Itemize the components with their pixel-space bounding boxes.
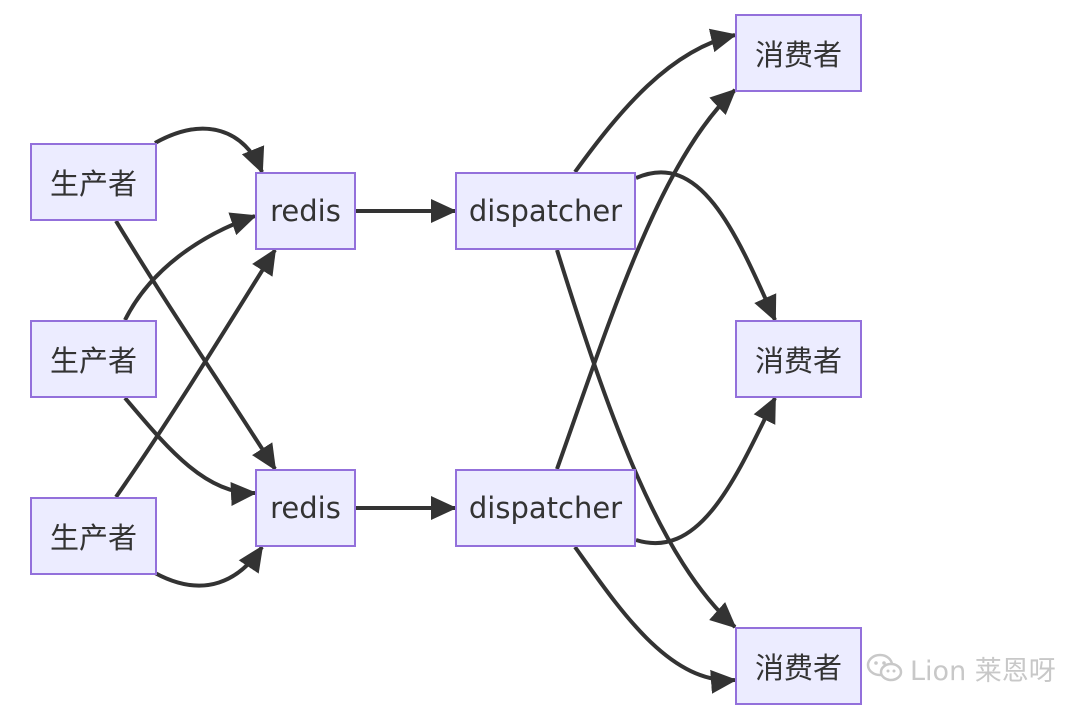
producer-node-1: 生产者 xyxy=(30,143,157,221)
watermark: Lion 莱恩呀 xyxy=(866,648,1056,688)
edge-p2-r2 xyxy=(123,396,257,506)
redis-node-2: redis xyxy=(255,469,356,547)
edge-d1-c3 xyxy=(555,249,737,629)
consumer-node-1: 消费者 xyxy=(735,14,862,92)
edge-d1-c1 xyxy=(573,28,737,174)
consumer-node-3: 消费者 xyxy=(735,627,862,705)
producer-node-3: 生产者 xyxy=(30,497,157,575)
redis-node-1: redis xyxy=(255,172,356,250)
producer-node-2: 生产者 xyxy=(30,320,157,398)
edge-layer xyxy=(114,28,777,694)
wechat-icon xyxy=(866,653,903,682)
watermark-text: Lion 莱恩呀 xyxy=(910,655,1056,687)
edge-d1-c2 xyxy=(635,170,777,322)
flowchart: 生产者 生产者 生产者 redis redis dispatcher dispa… xyxy=(0,0,1080,716)
edge-p1-r1 xyxy=(154,126,265,174)
consumer-node-2: 消费者 xyxy=(735,320,862,398)
edge-d2-c1 xyxy=(555,88,737,470)
edge-d2-c3 xyxy=(573,545,737,694)
dispatcher-node-2: dispatcher xyxy=(455,469,636,547)
edge-p3-r2 xyxy=(154,545,264,588)
dispatcher-node-1: dispatcher xyxy=(455,172,636,250)
